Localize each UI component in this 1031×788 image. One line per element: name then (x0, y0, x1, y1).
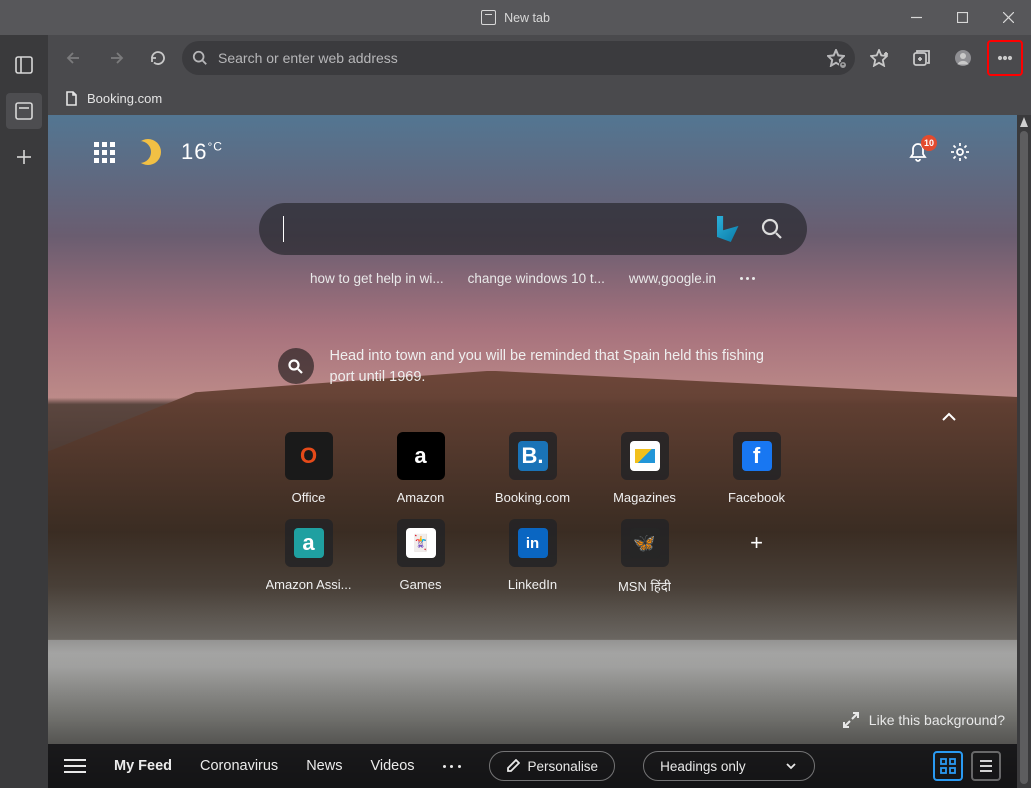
tile-label: Amazon Assi... (266, 577, 352, 592)
app-launcher-icon[interactable] (94, 142, 115, 163)
quick-link-tile[interactable]: Magazines (596, 432, 694, 505)
bing-logo-icon (717, 216, 739, 242)
current-tab-button[interactable] (6, 93, 42, 129)
list-view-button[interactable] (971, 751, 1001, 781)
add-tile-button[interactable]: + (708, 519, 806, 595)
page-icon (64, 91, 79, 106)
suggestion[interactable]: www,google.in (629, 271, 716, 286)
favorites-button[interactable] (861, 40, 897, 76)
quick-link-tile[interactable]: f Facebook (708, 432, 806, 505)
search-icon (192, 50, 208, 66)
feed-tab-coronavirus[interactable]: Coronavirus (200, 758, 278, 774)
notification-badge: 10 (921, 135, 937, 151)
expand-icon (843, 712, 859, 728)
tab-icon (481, 10, 496, 25)
vertical-tab-sidebar (0, 35, 48, 788)
chevron-down-icon (784, 759, 798, 773)
tile-label: Magazines (613, 490, 676, 505)
titlebar: New tab (0, 0, 1031, 35)
background-hint: Head into town and you will be reminded … (278, 346, 788, 388)
tab-label[interactable]: Booking.com (87, 91, 162, 106)
collapse-tiles-icon[interactable] (940, 408, 958, 426)
quick-link-tile[interactable]: O Office (260, 432, 358, 505)
back-button[interactable] (56, 40, 92, 76)
feed-tab-news[interactable]: News (306, 758, 342, 774)
collections-button[interactable] (903, 40, 939, 76)
window-maximize-button[interactable] (939, 0, 985, 35)
page-settings-button[interactable] (949, 141, 971, 163)
tab-label-row: Booking.com (48, 81, 1031, 115)
feed-bar: My Feed Coronavirus News Videos Personal… (48, 744, 1017, 788)
tile-icon: B. (509, 432, 557, 480)
layout-dropdown[interactable]: Headings only (643, 751, 815, 781)
bing-search-box[interactable] (259, 203, 807, 255)
suggestion[interactable]: how to get help in wi... (310, 271, 444, 286)
tile-icon: f (733, 432, 781, 480)
tab-actions-button[interactable] (6, 47, 42, 83)
quick-link-tile[interactable]: in LinkedIn (484, 519, 582, 595)
weather-icon[interactable] (135, 139, 161, 165)
address-placeholder: Search or enter web address (218, 50, 398, 66)
hint-text: Head into town and you will be reminded … (330, 346, 788, 388)
tile-icon: 🃏 (397, 519, 445, 567)
suggestion[interactable]: change windows 10 t... (468, 271, 605, 286)
text-cursor (283, 216, 284, 242)
tile-label: Facebook (728, 490, 785, 505)
feed-more-icon[interactable] (443, 765, 461, 768)
notifications-button[interactable]: 10 (907, 141, 929, 163)
quick-link-tile[interactable]: 🦋 MSN हिंदी (596, 519, 694, 595)
scrollbar[interactable] (1017, 115, 1031, 788)
like-background-label: Like this background? (869, 712, 1005, 728)
tile-icon: a (285, 519, 333, 567)
temperature[interactable]: 16°C (181, 139, 223, 165)
window-minimize-button[interactable] (893, 0, 939, 35)
browser-toolbar: Search or enter web address + (48, 35, 1031, 81)
tile-icon: in (509, 519, 557, 567)
quick-link-tile[interactable]: B. Booking.com (484, 432, 582, 505)
feed-tab-myfeed[interactable]: My Feed (114, 758, 172, 774)
like-background-button[interactable]: Like this background? (843, 712, 1005, 728)
settings-menu-button[interactable] (987, 40, 1023, 76)
profile-button[interactable] (945, 40, 981, 76)
tile-icon: O (285, 432, 333, 480)
tile-icon (621, 432, 669, 480)
address-bar[interactable]: Search or enter web address + (182, 41, 855, 75)
tile-label: Office (292, 490, 326, 505)
tile-label: Amazon (397, 490, 445, 505)
plus-icon: + (733, 519, 781, 567)
window-title: New tab (504, 11, 550, 25)
favorite-star-button[interactable]: + (827, 49, 845, 67)
new-tab-page: 16°C 10 how to get help in wi... change … (48, 115, 1031, 788)
forward-button[interactable] (98, 40, 134, 76)
tile-label: MSN हिंदी (618, 577, 671, 595)
grid-view-button[interactable] (933, 751, 963, 781)
new-tab-button[interactable] (6, 139, 42, 175)
window-close-button[interactable] (985, 0, 1031, 35)
tile-label: LinkedIn (508, 577, 557, 592)
search-submit-icon[interactable] (761, 218, 783, 240)
tile-icon (397, 432, 445, 480)
tile-icon: 🦋 (621, 519, 669, 567)
feed-menu-icon[interactable] (64, 759, 86, 773)
personalise-button[interactable]: Personalise (489, 751, 616, 781)
hint-search-icon[interactable] (278, 348, 314, 384)
edit-icon (506, 759, 520, 773)
refresh-button[interactable] (140, 40, 176, 76)
feed-tab-videos[interactable]: Videos (370, 758, 414, 774)
tile-label: Games (400, 577, 442, 592)
quick-link-tile[interactable]: a Amazon Assi... (260, 519, 358, 595)
tile-label: Booking.com (495, 490, 570, 505)
quick-links-grid: O Office Amazon B. Booking.com Magazines f Face… (260, 432, 806, 595)
quick-link-tile[interactable]: 🃏 Games (372, 519, 470, 595)
more-suggestions-icon[interactable] (740, 277, 755, 280)
quick-link-tile[interactable]: Amazon (372, 432, 470, 505)
